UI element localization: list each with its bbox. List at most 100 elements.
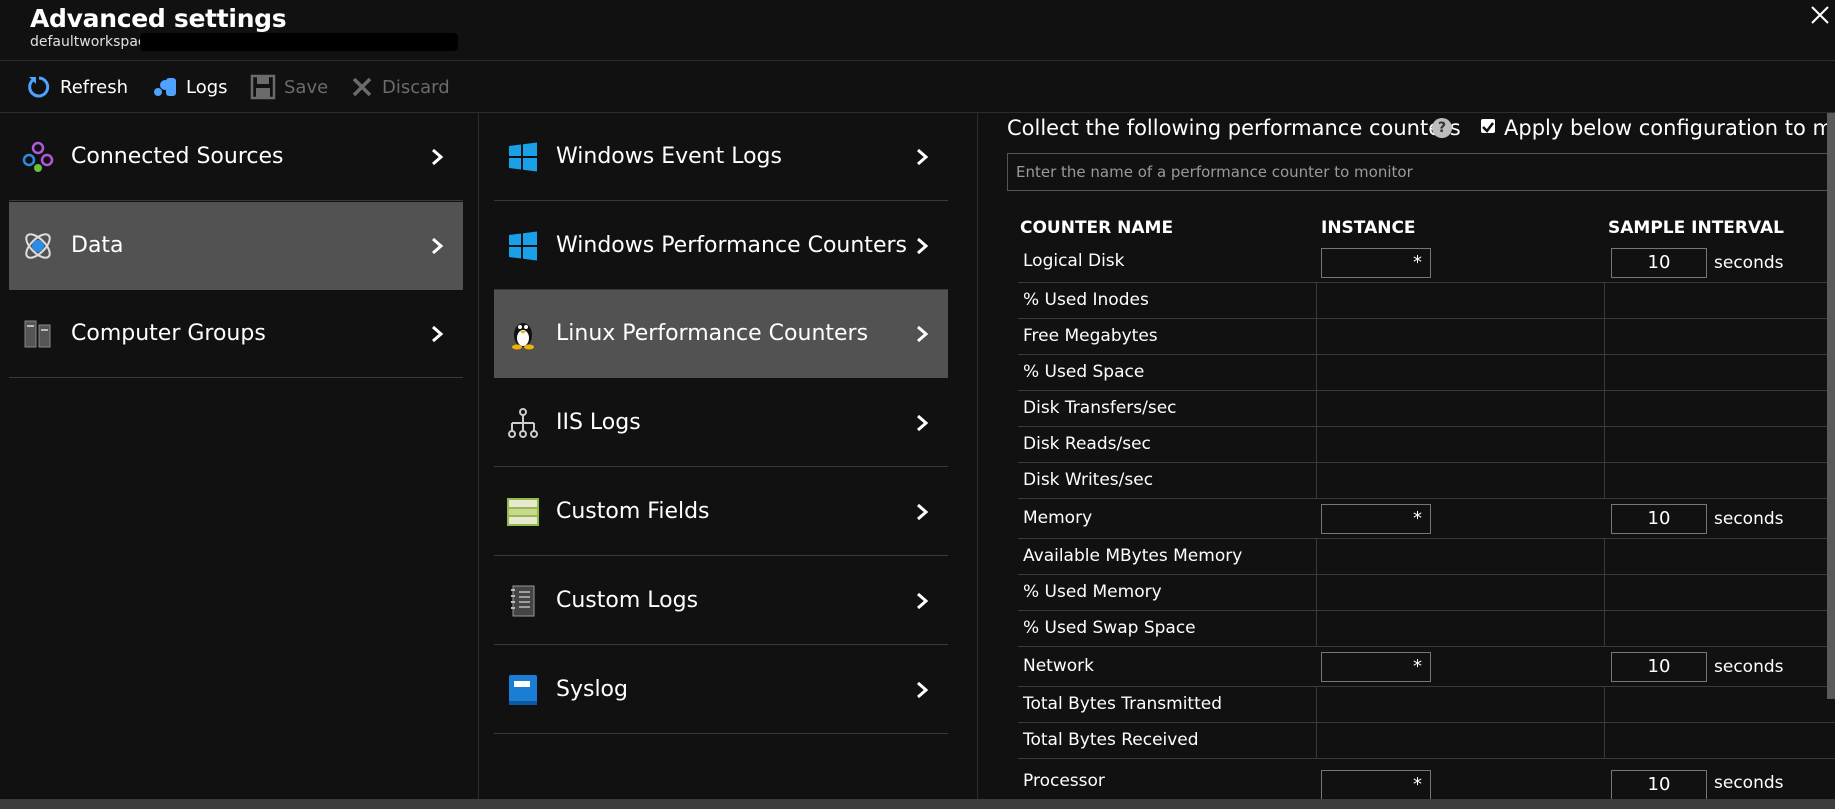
refresh-button[interactable]: Refresh	[26, 73, 128, 101]
chevron-right-icon	[917, 681, 929, 698]
table-row: Total Bytes Transmitted Re	[1018, 687, 1835, 723]
counter-name: Free Megabytes	[1023, 326, 1158, 346]
blade-header: Advanced settings defaultworkspace	[0, 0, 1835, 61]
save-button[interactable]: Save	[250, 73, 328, 101]
counter-name: Available MBytes Memory	[1023, 546, 1243, 566]
counter-name: % Used Space	[1023, 362, 1145, 382]
refresh-icon	[28, 76, 50, 98]
help-icon[interactable]: ?	[1432, 118, 1452, 138]
counter-name: Disk Writes/sec	[1023, 470, 1154, 490]
column-header-counter-name[interactable]: COUNTER NAME	[1020, 218, 1173, 238]
counter-name: % Used Memory	[1023, 582, 1162, 602]
column-header-instance[interactable]: INSTANCE	[1321, 218, 1416, 238]
horizontal-scrollbar[interactable]	[0, 799, 1835, 809]
iis-network-icon	[506, 406, 540, 440]
counters-heading: Collect the following performance counte…	[1007, 116, 1461, 140]
redacted-text	[140, 33, 458, 51]
table-row: Available MBytes Memory Re	[1018, 539, 1835, 575]
sidebar-item-data[interactable]: Data	[9, 202, 463, 290]
counter-object-name: Logical Disk	[1023, 251, 1125, 271]
menu-item-label: Custom Fields	[556, 499, 710, 524]
apply-config-checkbox[interactable]	[1481, 119, 1495, 133]
counter-group-row: Logical Disk * 10 seconds	[1018, 243, 1835, 283]
seconds-label: seconds	[1714, 253, 1784, 273]
sample-interval-input[interactable]: 10	[1611, 652, 1707, 682]
menu-item-custom-logs[interactable]: Custom Logs	[494, 557, 948, 645]
seconds-label: seconds	[1714, 773, 1784, 793]
menu-item-label: Linux Performance Counters	[556, 321, 869, 346]
discard-icon	[352, 77, 372, 97]
instance-input[interactable]: *	[1321, 248, 1431, 278]
sidebar-item-label: Data	[71, 233, 124, 258]
menu-item-iis-logs[interactable]: IIS Logs	[494, 379, 948, 467]
page-title: Advanced settings	[30, 4, 287, 33]
menu-item-syslog[interactable]: Syslog	[494, 646, 948, 734]
sidebar-item-connected-sources[interactable]: Connected Sources	[9, 113, 463, 201]
table-row: % Used Memory Re	[1018, 575, 1835, 611]
windows-icon	[506, 229, 540, 263]
chevron-right-icon	[917, 592, 929, 609]
chevron-right-icon	[917, 148, 929, 165]
logs-icon	[154, 78, 176, 96]
instance-input[interactable]: *	[1321, 770, 1431, 800]
sample-interval-input[interactable]: 10	[1611, 504, 1707, 534]
counter-name: Total Bytes Received	[1023, 730, 1199, 750]
column-header-sample-interval[interactable]: SAMPLE INTERVAL	[1608, 218, 1784, 238]
menu-item-custom-fields[interactable]: Custom Fields	[494, 468, 948, 556]
syslog-book-icon	[506, 673, 540, 707]
chevron-right-icon	[917, 237, 929, 254]
counter-name: Disk Reads/sec	[1023, 434, 1151, 454]
logs-button[interactable]: Logs	[152, 73, 228, 101]
table-row: % Used Inodes Re	[1018, 283, 1835, 319]
menu-item-linux-performance-counters[interactable]: Linux Performance Counters	[494, 290, 948, 378]
sample-interval-input[interactable]: 10	[1611, 770, 1707, 800]
counter-name: % Used Swap Space	[1023, 618, 1196, 638]
linux-penguin-icon	[506, 317, 540, 351]
logs-label: Logs	[186, 76, 228, 98]
discard-label: Discard	[382, 76, 450, 98]
sidebar-item-computer-groups[interactable]: Computer Groups	[9, 290, 463, 378]
refresh-label: Refresh	[60, 76, 128, 98]
save-label: Save	[284, 76, 329, 98]
counter-name: Total Bytes Transmitted	[1023, 694, 1223, 714]
counter-object-name: Memory	[1023, 508, 1093, 528]
table-row: % Used Swap Space Re	[1018, 611, 1835, 647]
close-icon[interactable]	[1809, 4, 1831, 26]
counter-group-row: Network * 10 seconds	[1018, 647, 1835, 687]
counter-group-row: Processor * 10 seconds	[1018, 759, 1835, 800]
table-row: Disk Transfers/sec Re	[1018, 391, 1835, 427]
data-source-list: Windows Event Logs Windows Performance C…	[479, 113, 978, 809]
counter-name: % Used Inodes	[1023, 290, 1149, 310]
data-icon	[21, 229, 55, 263]
menu-item-windows-performance-counters[interactable]: Windows Performance Counters	[494, 202, 948, 290]
counter-object-name: Processor	[1023, 771, 1105, 791]
command-bar: Refresh Logs Save Discard	[0, 61, 1835, 113]
windows-icon	[506, 140, 540, 174]
counter-search-input[interactable]	[1007, 153, 1835, 191]
menu-item-windows-event-logs[interactable]: Windows Event Logs	[494, 113, 948, 201]
counter-group-row: Memory * 10 seconds	[1018, 499, 1835, 539]
save-icon	[250, 74, 276, 100]
chevron-right-icon	[432, 148, 444, 165]
checkmark-icon	[1482, 122, 1494, 133]
menu-item-label: Windows Performance Counters	[556, 233, 907, 258]
instance-input[interactable]: *	[1321, 504, 1431, 534]
instance-input[interactable]: *	[1321, 652, 1431, 682]
sidebar-item-label: Computer Groups	[71, 321, 266, 346]
table-row: Disk Writes/sec Re	[1018, 463, 1835, 499]
table-row: % Used Space Re	[1018, 355, 1835, 391]
linux-counters-pane: Collect the following performance counte…	[978, 113, 1835, 809]
custom-logs-icon	[506, 584, 540, 618]
chevron-right-icon	[432, 237, 444, 254]
table-row: Total Bytes Received Re	[1018, 723, 1835, 759]
table-row: Disk Reads/sec Re	[1018, 427, 1835, 463]
discard-button[interactable]: Discard	[350, 73, 450, 101]
workspace-name: defaultworkspace	[30, 34, 155, 50]
menu-item-label: Windows Event Logs	[556, 144, 782, 169]
chevron-right-icon	[917, 325, 929, 342]
vertical-scrollbar[interactable]	[1827, 113, 1835, 699]
sample-interval-input[interactable]: 10	[1611, 248, 1707, 278]
menu-item-label: Custom Logs	[556, 588, 699, 613]
chevron-right-icon	[432, 325, 444, 342]
counter-object-name: Network	[1023, 656, 1094, 676]
